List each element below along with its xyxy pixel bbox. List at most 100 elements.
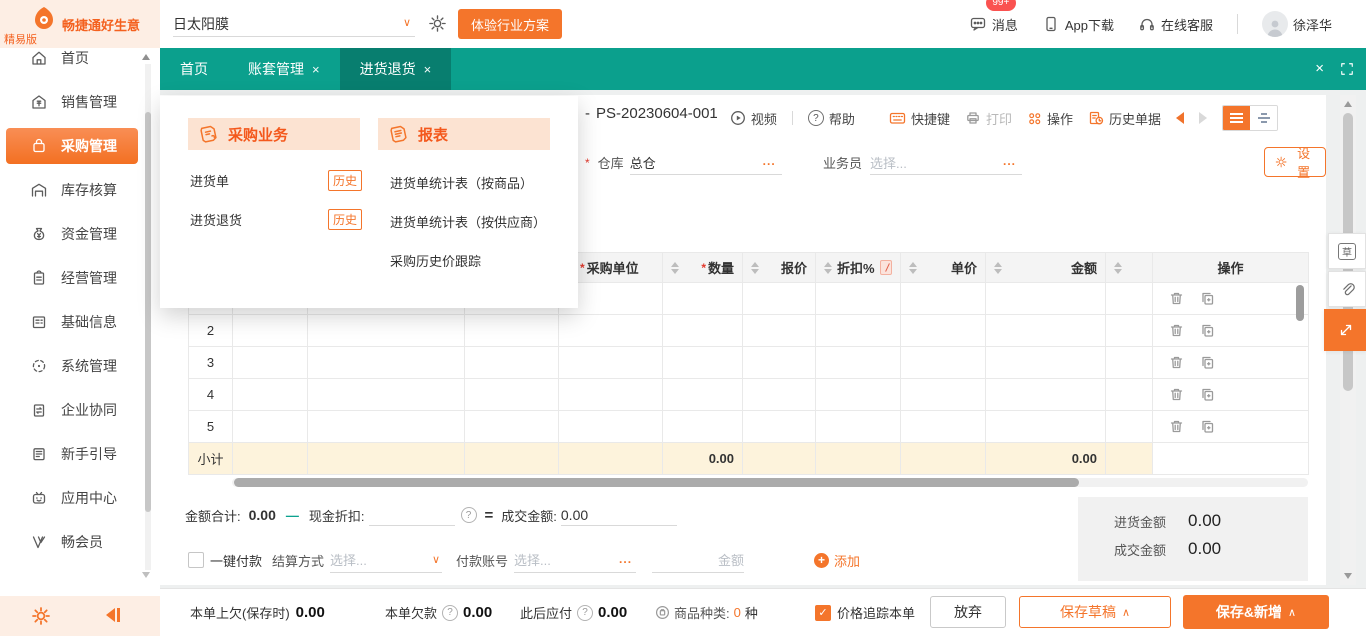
question-circle-icon[interactable]: ? (442, 605, 458, 621)
sidebar-item-inventory[interactable]: 库存核算 (0, 168, 160, 212)
sidebar-item-base-info[interactable]: 基础信息 (0, 300, 160, 344)
discount-header[interactable]: 折扣% (816, 253, 901, 283)
batch-edit-icon[interactable] (880, 260, 892, 275)
clerk-select[interactable]: 选择... ... (870, 150, 1022, 175)
account-dropdown[interactable]: 日太阳膜 ∨ (173, 12, 415, 37)
table-horizontal-scrollbar-thumb[interactable] (234, 478, 1079, 487)
fullscreen-icon[interactable] (1340, 62, 1354, 79)
sort-icon[interactable] (824, 262, 832, 274)
settings-button[interactable]: 设置 (1264, 147, 1326, 177)
qty-header[interactable]: *数量 (663, 253, 743, 283)
copy-row-icon[interactable] (1200, 323, 1215, 338)
sort-icon[interactable] (909, 262, 917, 274)
delete-row-icon[interactable] (1169, 387, 1184, 402)
sidebar-item-operations[interactable]: 经营管理 (0, 256, 160, 300)
more-options-icon[interactable]: ... (1003, 154, 1016, 168)
menu-item-purchase-order[interactable]: 进货单 历史 (190, 170, 362, 191)
chevron-down-icon[interactable]: ∨ (432, 553, 440, 566)
help-button[interactable]: ? 帮助 (808, 109, 855, 128)
grid-view-toggle[interactable] (1250, 106, 1277, 130)
sidebar-scrollbar-track[interactable] (145, 64, 151, 570)
print-button[interactable]: 打印 (965, 109, 1012, 128)
cancel-button[interactable]: 放弃 (930, 596, 1006, 628)
copy-row-icon[interactable] (1200, 419, 1215, 434)
table-horizontal-scrollbar-track[interactable] (232, 478, 1308, 487)
delete-row-icon[interactable] (1169, 419, 1184, 434)
app-download-button[interactable]: App下载 (1042, 15, 1114, 34)
draft-box-button[interactable]: 草 (1328, 233, 1366, 269)
messages-button[interactable]: 99+ 消息 (969, 15, 1018, 34)
warehouse-select[interactable]: 总仓 ... (630, 150, 782, 175)
list-view-toggle[interactable] (1223, 106, 1250, 130)
sidebar-settings-gear-icon[interactable] (31, 606, 51, 629)
sort-icon[interactable] (1114, 262, 1122, 274)
history-badge[interactable]: 历史 (328, 170, 362, 191)
pay-amount-input[interactable]: 金额 (652, 548, 744, 573)
table-vertical-scrollbar-thumb[interactable] (1296, 285, 1304, 321)
sidebar-item-funds[interactable]: 资金管理 (0, 212, 160, 256)
save-draft-button[interactable]: 保存草稿 ∧ (1019, 596, 1171, 628)
close-icon[interactable]: × (424, 62, 432, 77)
next-doc-icon[interactable] (1199, 112, 1207, 124)
delete-row-icon[interactable] (1169, 291, 1184, 306)
expand-button[interactable] (1324, 309, 1366, 351)
history-badge[interactable]: 历史 (328, 209, 362, 230)
save-and-new-button[interactable]: 保存&新增 ∧ (1183, 595, 1329, 629)
sidebar-item-system[interactable]: 系统管理 (0, 344, 160, 388)
delete-row-icon[interactable] (1169, 355, 1184, 370)
copy-row-icon[interactable] (1200, 355, 1215, 370)
cash-discount-input[interactable] (369, 505, 455, 526)
price-track-checkbox[interactable]: ✓ (815, 605, 831, 621)
sidebar-scrollbar-thumb[interactable] (145, 112, 151, 512)
tab-purchase-return[interactable]: 进货退货 × (340, 48, 452, 90)
sidebar-collapse-icon[interactable] (106, 608, 120, 622)
pay-account-select[interactable]: 选择... ... (514, 548, 636, 573)
delete-row-icon[interactable] (1169, 323, 1184, 338)
sort-icon[interactable] (994, 262, 1002, 274)
menu-item-price-history[interactable]: 采购历史价跟踪 (390, 251, 481, 270)
user-menu[interactable]: 徐泽华 (1262, 11, 1332, 37)
online-service-button[interactable]: 在线客服 (1138, 15, 1213, 34)
video-button[interactable]: 视频 (730, 109, 777, 128)
attachment-button[interactable] (1328, 271, 1366, 307)
copy-row-icon[interactable] (1200, 291, 1215, 306)
menu-item-report-by-goods[interactable]: 进货单统计表（按商品） (390, 173, 533, 192)
one-click-pay-checkbox[interactable] (188, 552, 204, 568)
more-options-icon[interactable]: ... (763, 154, 776, 168)
sort-icon[interactable] (751, 262, 759, 274)
question-circle-icon[interactable]: ? (461, 507, 477, 523)
sidebar-item-home[interactable]: 首页 (0, 36, 160, 80)
price-header[interactable]: 单价 (901, 253, 986, 283)
gear-icon[interactable] (428, 14, 447, 36)
more-options-icon[interactable]: ... (619, 552, 632, 566)
hotkeys-button[interactable]: 快捷键 (889, 109, 950, 128)
amount-header[interactable]: 金额 (986, 253, 1106, 283)
sidebar-item-sales[interactable]: 销售管理 (0, 80, 160, 124)
scroll-down-icon[interactable] (1344, 573, 1352, 579)
tab-account-mgmt[interactable]: 账套管理 × (228, 48, 340, 90)
settle-method-select[interactable]: 选择... ∨ (330, 548, 442, 573)
operations-button[interactable]: 操作 (1027, 109, 1073, 128)
sidebar-item-enterprise[interactable]: 企业协同 (0, 388, 160, 432)
menu-item-report-by-supplier[interactable]: 进货单统计表（按供应商） (390, 212, 546, 231)
sidebar-scroll-up-icon[interactable] (142, 54, 150, 60)
close-all-tabs-icon[interactable]: × (1315, 61, 1324, 76)
sidebar-item-member[interactable]: 畅会员 (0, 520, 160, 564)
sort-icon[interactable] (671, 262, 679, 274)
add-payment-button[interactable]: + 添加 (814, 551, 860, 570)
sidebar-item-app-center[interactable]: 应用中心 (0, 476, 160, 520)
tab-home[interactable]: 首页 (160, 48, 228, 90)
chevron-down-icon[interactable]: ∨ (403, 16, 411, 29)
quote-header[interactable]: 报价 (743, 253, 816, 283)
scroll-up-icon[interactable] (1344, 101, 1352, 107)
industry-plan-button[interactable]: 体验行业方案 (458, 9, 562, 39)
sidebar-item-newbie-guide[interactable]: 新手引导 (0, 432, 160, 476)
sidebar-item-purchase[interactable]: 采购管理 (0, 124, 160, 168)
copy-row-icon[interactable] (1200, 387, 1215, 402)
sidebar-scroll-down-icon[interactable] (142, 572, 150, 578)
menu-item-purchase-return[interactable]: 进货退货 历史 (190, 209, 362, 230)
history-docs-button[interactable]: 历史单据 (1088, 109, 1161, 128)
deal-amount-field[interactable]: 0.00 (561, 505, 677, 526)
close-icon[interactable]: × (312, 62, 320, 77)
question-circle-icon[interactable]: ? (577, 605, 593, 621)
